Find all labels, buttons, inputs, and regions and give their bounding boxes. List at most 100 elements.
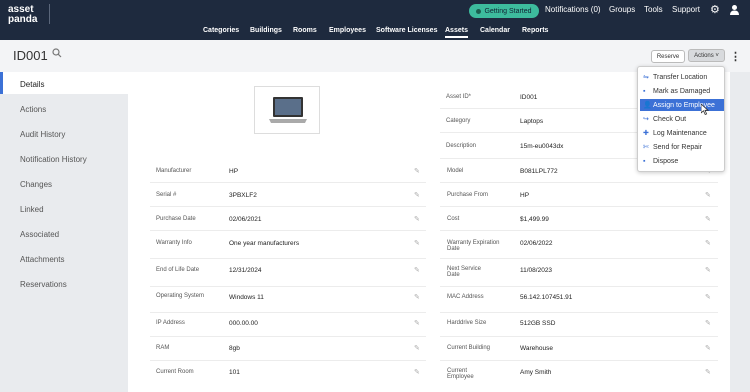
field-label-current-room: Current Room [156, 369, 194, 375]
field-label-serial: Serial # [156, 192, 177, 198]
edit-pencil-icon[interactable]: ✎ [705, 368, 711, 376]
menu-item-label: Log Maintenance [653, 129, 707, 137]
nav-software-licenses[interactable]: Software Licenses [376, 27, 437, 34]
edit-pencil-icon[interactable]: ✎ [414, 191, 420, 199]
edit-pencil-icon[interactable]: ✎ [705, 215, 711, 223]
field-label-purchase-from: Purchase From [447, 192, 489, 198]
sidebar-item-linked[interactable]: Linked [20, 205, 44, 214]
nav-calendar[interactable]: Calendar [480, 27, 510, 34]
field-value-current-employee: Amy Smith [520, 369, 552, 376]
row-divider [150, 230, 426, 231]
field-value-operating-system: Windows 11 [229, 294, 264, 301]
mouse-pointer-icon [700, 103, 710, 117]
edit-pencil-icon[interactable]: ✎ [705, 319, 711, 327]
sidebar-item-changes[interactable]: Changes [20, 180, 52, 189]
menu-item-dispose[interactable]: ▪ Dispose [640, 155, 724, 167]
support-link[interactable]: Support [672, 5, 700, 14]
actions-menu: ⇋ Transfer Location ▪ Mark as Damaged 👤 … [637, 66, 725, 172]
menu-item-assign-to-employee[interactable]: 👤 Assign to Employee [640, 99, 724, 111]
plus-icon: ✚ [643, 130, 649, 137]
edit-pencil-icon[interactable]: ✎ [414, 215, 420, 223]
gear-icon[interactable]: ⚙ [710, 4, 720, 16]
row-divider [150, 206, 426, 207]
field-value-category: Laptops [520, 118, 544, 125]
nav-rooms[interactable]: Rooms [293, 27, 317, 34]
more-options-icon[interactable]: ⋮ [730, 50, 741, 63]
asset-title: ID001 [13, 48, 48, 63]
edit-pencil-icon[interactable]: ✎ [705, 239, 711, 247]
menu-item-label: Check Out [653, 115, 687, 123]
sidebar-item-audit-history[interactable]: Audit History [20, 130, 65, 139]
edit-pencil-icon[interactable]: ✎ [414, 319, 420, 327]
sidebar-item-reservations[interactable]: Reservations [20, 280, 67, 289]
field-label-harddrive-size: Harddrive Size [447, 320, 487, 326]
edit-pencil-icon[interactable]: ✎ [414, 368, 420, 376]
field-value-model: B081LPL772 [520, 168, 558, 175]
row-divider [440, 230, 718, 231]
field-value-next-service: 11/08/2023 [520, 267, 553, 274]
notifications-link[interactable]: Notifications (0) [545, 5, 601, 14]
sidebar-item-attachments[interactable]: Attachments [20, 255, 64, 264]
groups-link[interactable]: Groups [609, 5, 635, 14]
edit-pencil-icon[interactable]: ✎ [414, 167, 420, 175]
trash-icon: ▪ [643, 87, 646, 95]
field-label-end-of-life: End of Life Date [156, 267, 200, 273]
edit-pencil-icon[interactable]: ✎ [705, 191, 711, 199]
field-value-purchase-date: 02/06/2021 [229, 216, 262, 223]
row-divider [440, 258, 718, 259]
nav-employees[interactable]: Employees [329, 27, 366, 34]
row-divider [440, 206, 718, 207]
wrench-icon: ✄ [643, 144, 649, 151]
edit-pencil-icon[interactable]: ✎ [414, 344, 420, 352]
menu-item-log-maintenance[interactable]: ✚ Log Maintenance [640, 127, 724, 139]
field-label-manufacturer: Manufacturer [156, 168, 192, 174]
tools-link[interactable]: Tools [644, 5, 663, 14]
edit-pencil-icon[interactable]: ✎ [705, 293, 711, 301]
edit-pencil-icon[interactable]: ✎ [414, 293, 420, 301]
sidebar-item-notification-history[interactable]: Notification History [20, 155, 87, 164]
field-value-purchase-from: HP [520, 192, 530, 199]
edit-pencil-icon[interactable]: ✎ [414, 266, 420, 274]
field-label-asset-id: Asset ID* [446, 94, 472, 100]
field-value-current-room: 101 [229, 369, 240, 376]
field-label-purchase-date: Purchase Date [156, 216, 196, 222]
brand-logo[interactable]: asset panda [8, 5, 37, 25]
row-divider [440, 182, 718, 183]
menu-item-label: Dispose [653, 157, 679, 165]
edit-pencil-icon[interactable]: ✎ [705, 344, 711, 352]
getting-started-button[interactable]: Getting Started [469, 4, 539, 18]
field-value-ram: 8gb [229, 345, 240, 352]
sidebar-item-details[interactable]: Details [20, 80, 44, 89]
actions-dropdown-button[interactable]: Actions ˅ [688, 49, 725, 62]
field-value-current-building: Warehouse [520, 345, 553, 352]
nav-categories[interactable]: Categories [203, 27, 239, 34]
nav-buildings[interactable]: Buildings [250, 27, 282, 34]
row-divider [440, 336, 718, 337]
reserve-button[interactable]: Reserve [651, 50, 685, 63]
brand-line2: panda [8, 14, 38, 25]
field-label-description: Description [446, 143, 477, 149]
field-label-ip-address: IP Address [156, 320, 185, 326]
menu-item-transfer-location[interactable]: ⇋ Transfer Location [640, 71, 724, 83]
sidebar-item-actions[interactable]: Actions [20, 105, 46, 114]
field-label-operating-system: Operating System [156, 293, 205, 299]
field-label-cost: Cost [447, 216, 460, 222]
edit-pencil-icon[interactable]: ✎ [414, 239, 420, 247]
nav-assets[interactable]: Assets [445, 27, 468, 38]
edit-pencil-icon[interactable]: ✎ [705, 266, 711, 274]
field-value-end-of-life: 12/31/2024 [229, 267, 262, 274]
nav-reports[interactable]: Reports [522, 27, 548, 34]
menu-item-check-out[interactable]: ↪ Check Out [640, 113, 724, 125]
user-account-icon[interactable] [729, 4, 740, 18]
menu-item-label: Send for Repair [653, 143, 703, 151]
menu-item-mark-as-damaged[interactable]: ▪ Mark as Damaged [640, 85, 724, 97]
field-label-current-building: Current Building [447, 345, 491, 351]
field-label-ram: RAM [156, 345, 170, 351]
sidebar-item-associated[interactable]: Associated [20, 230, 59, 239]
field-value-harddrive-size: 512GB SSD [520, 320, 556, 327]
row-divider [440, 286, 718, 287]
field-label-current-employee: Current Employee [447, 368, 474, 380]
menu-item-send-for-repair[interactable]: ✄ Send for Repair [640, 141, 724, 153]
asset-image[interactable] [254, 86, 320, 134]
search-icon[interactable] [52, 48, 62, 61]
